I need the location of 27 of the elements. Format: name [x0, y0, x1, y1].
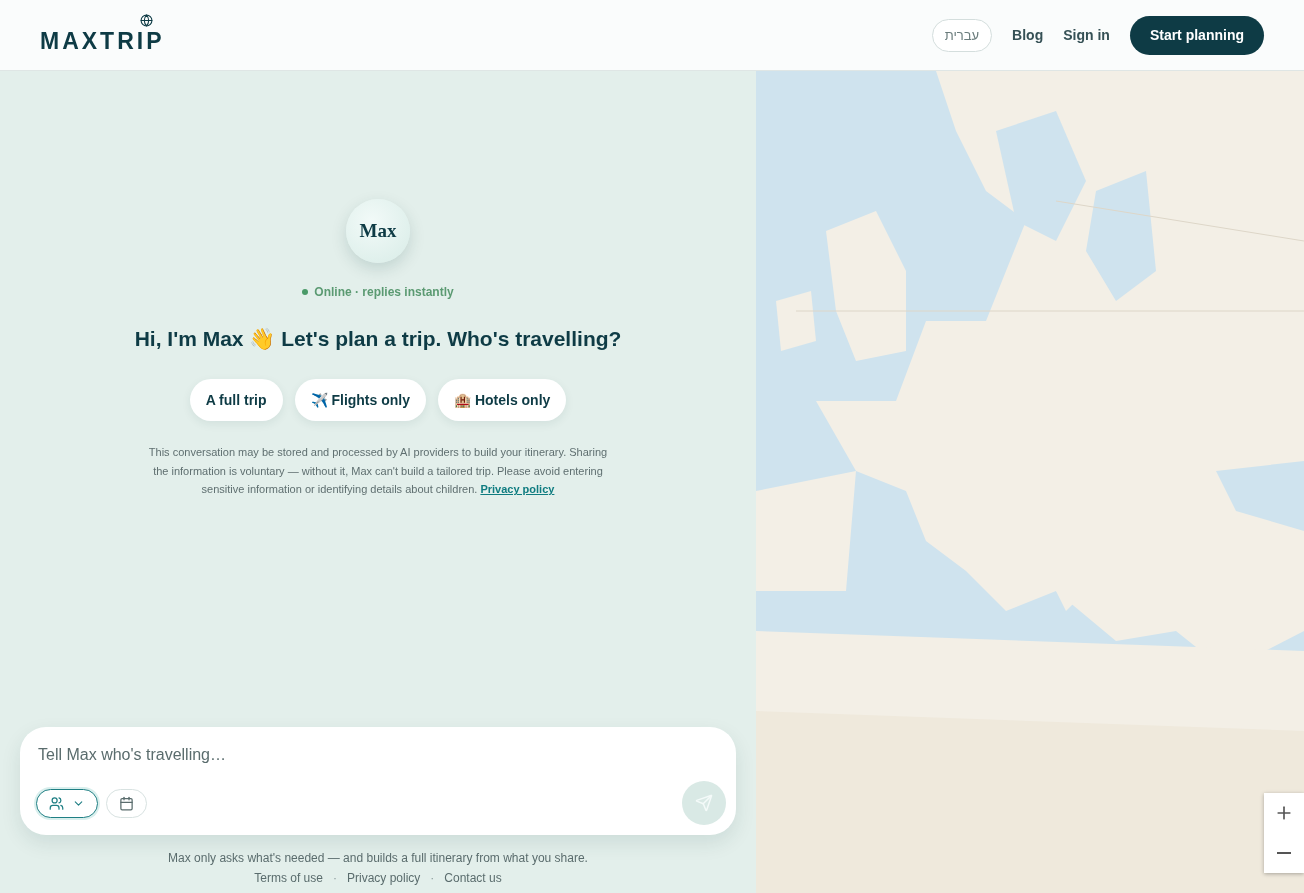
avatar: Max [346, 199, 410, 264]
globe-icon [139, 13, 153, 27]
travellers-button[interactable] [36, 788, 98, 818]
option-chip[interactable]: ✈ Flights only [294, 379, 426, 422]
calendar-icon [119, 795, 134, 811]
minus-icon [1277, 852, 1291, 854]
start-planning-button[interactable]: Start planning [1129, 15, 1264, 55]
footer-link[interactable]: Privacy policy [347, 871, 421, 885]
option-chip[interactable]: 🏨 Hotels only [438, 379, 567, 422]
language-button[interactable]: עברית [931, 18, 993, 52]
separator: · [333, 871, 337, 885]
people-icon [49, 795, 64, 811]
footer-note: Max only asks what's needed — and builds a full itinerary from what you share. [168, 851, 588, 865]
nav-link[interactable]: Sign in [1063, 27, 1110, 43]
privacy-link[interactable]: Privacy policy [480, 483, 555, 496]
separator: · [430, 871, 435, 885]
dates-button[interactable] [106, 788, 147, 818]
greeting: Hi, I'm Max 👋 Let's plan a trip. Who's travelling? [134, 327, 622, 352]
nav-link[interactable]: Blog [1012, 27, 1044, 43]
footer-link[interactable]: Terms of use [254, 871, 323, 885]
footer-link[interactable]: Contact us [444, 871, 502, 885]
status-text: Online · replies instantly [314, 285, 454, 300]
disclaimer: This conversation may be stored and processed by AI providers to build your itinerary. Sharing the information is voluntary — without it, Max can't build a tailored trip. Please avoid entering sensitive information or identifying details about children. Privacy policy [147, 445, 609, 498]
option-chip[interactable]: A full trip [189, 379, 283, 422]
zoom-in-button[interactable] [1264, 793, 1304, 833]
logo[interactable]: MAXTRIP [40, 27, 165, 54]
send-icon [695, 794, 713, 812]
